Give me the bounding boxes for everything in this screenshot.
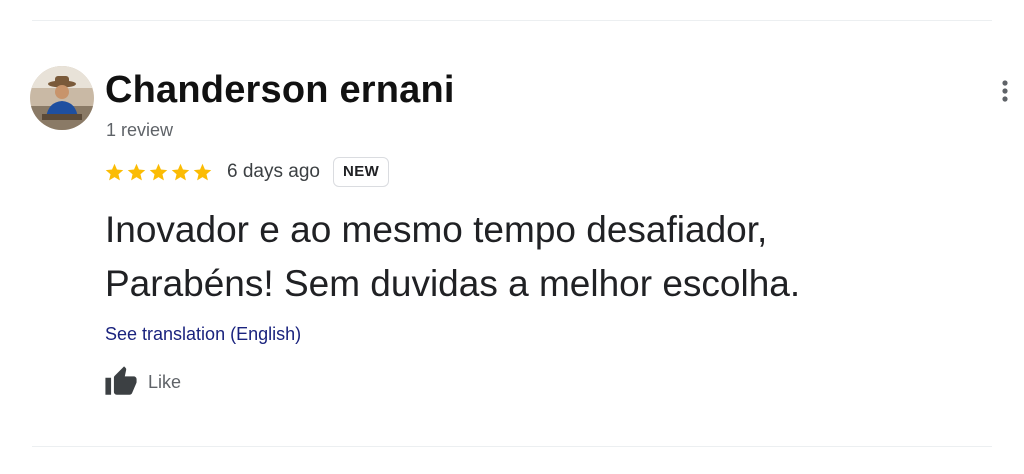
review-date: 6 days ago — [227, 161, 320, 182]
star-icon — [105, 163, 124, 180]
review-count: 1 review — [106, 120, 174, 140]
avatar-image — [30, 66, 94, 130]
see-translation-link[interactable]: See translation (English) — [105, 322, 301, 346]
star-icon — [149, 163, 168, 180]
new-badge: NEW — [332, 157, 390, 187]
star-rating — [104, 162, 213, 183]
star-icon — [127, 163, 146, 180]
thumb-up-icon — [105, 366, 137, 395]
star-icon — [193, 163, 212, 180]
review-text-line: Inovador e ao mesmo tempo desafiador, — [105, 209, 768, 250]
bottom-divider — [32, 446, 992, 447]
more-vert-icon — [1002, 80, 1008, 102]
avatar[interactable] — [30, 66, 94, 130]
top-divider — [32, 20, 992, 21]
review-text: Inovador e ao mesmo tempo desafiador, Pa… — [105, 203, 985, 311]
star-icon — [171, 163, 190, 180]
reviewer-name[interactable]: Chanderson ernani — [105, 66, 455, 114]
like-label: Like — [148, 371, 182, 392]
rating-row: 6 days ago NEW — [104, 156, 390, 188]
more-options-button[interactable] — [990, 76, 1020, 106]
review-text-line: Parabéns! Sem duvidas a melhor escolha. — [105, 263, 801, 304]
like-button[interactable]: Like — [104, 364, 181, 400]
